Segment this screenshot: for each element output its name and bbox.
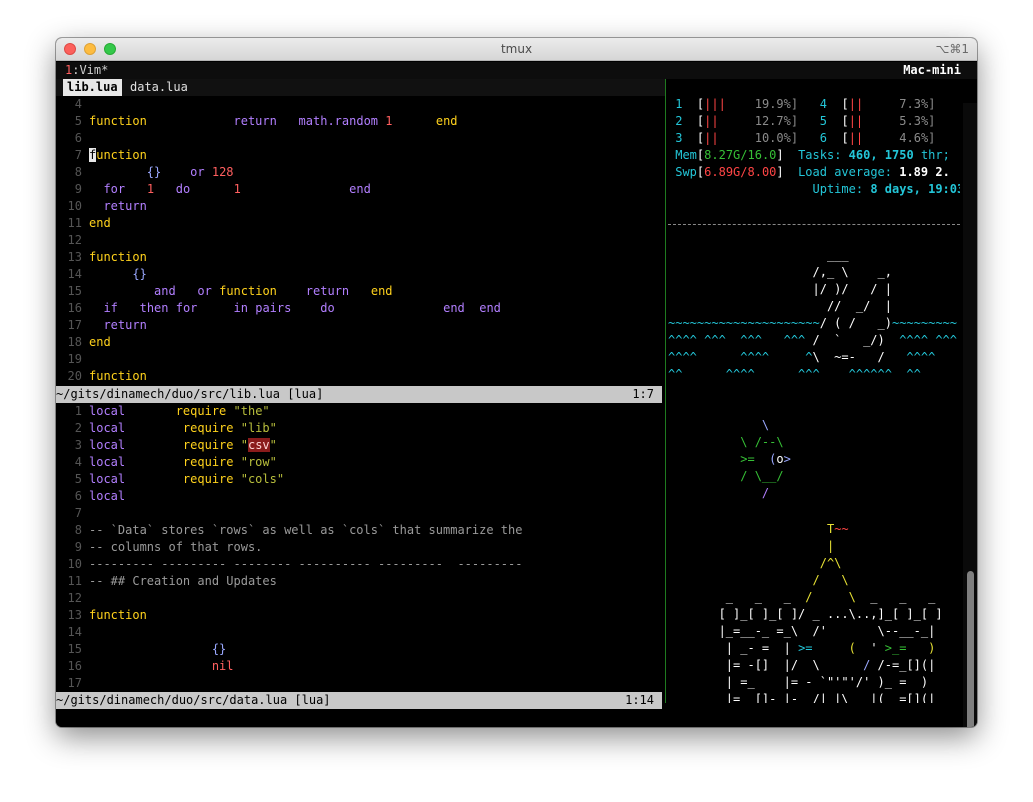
tab-data-lua[interactable]: data.lua [130, 79, 188, 96]
tmux-hostname: Mac-mini [903, 63, 961, 77]
cursor-position: 1:7 [632, 387, 654, 401]
status-path: ~/gits/dinamech/duo/src/data.lua [lua] [56, 693, 331, 707]
tmux-window-tab[interactable]: 1:Vim* [65, 62, 108, 79]
vim-status-top: ~/gits/dinamech/duo/src/lib.lua [lua] 1:7 [56, 386, 662, 403]
cpu-row: 2 [|| 12.7%] 5 [|| 5.3%] [675, 114, 936, 128]
tab-lib-lua[interactable]: lib.lua [63, 79, 122, 96]
window-title: tmux [500, 42, 533, 56]
cpu-row: 1 [||| 19.9%] 4 [|| 7.3%] [675, 97, 936, 111]
ascii-art-castle: T~~ | /^\ / \ _ _ _ / \ _ _ _ [ ]_[ ]_[ … [718, 522, 943, 703]
swp-row: Swp[6.89G/8.00] Load average: 1.89 2. [668, 165, 950, 179]
vim-pane-data[interactable]: 1 local the = require "the" 2 local lib = … [56, 403, 662, 692]
mem-row: Mem[8.27G/16.0] Tasks: 460, 1750 thr; [668, 148, 950, 162]
terminal-content[interactable]: 1:Vim* Mac-mini lib.lua data.lua 4 5 func… [56, 61, 977, 727]
separator [668, 224, 960, 226]
ascii-art-sailor: ___ /,_ \ _, |/ )/ / | // _/ | ~~~~~~~~~… [668, 248, 957, 381]
tmux-status-bar: 1:Vim* Mac-mini [56, 62, 977, 79]
window-shortcut: ⌥⌘1 [935, 42, 969, 56]
vim-pane-lib[interactable]: 4 5 function lib.any(l) return l[math.ran… [56, 96, 662, 385]
status-path: ~/gits/dinamech/duo/src/lib.lua [lua] [56, 387, 324, 401]
uptime-row: Uptime: 8 days, 19:03 [812, 182, 961, 196]
terminal-window: tmux ⌥⌘1 1:Vim* Mac-mini lib.lua data.lu… [56, 38, 977, 727]
vim-tabline: lib.lua data.lua [56, 79, 666, 96]
vim-status-bottom: ~/gits/dinamech/duo/src/data.lua [lua] 1:… [56, 692, 662, 709]
cpu-row: 3 [|| 10.0%] 6 [|| 4.6%] [675, 131, 936, 145]
scrollbar-thumb[interactable] [967, 571, 974, 727]
cursor-position: 1:14 [625, 693, 654, 707]
pane-divider[interactable] [665, 79, 666, 703]
title-bar: tmux ⌥⌘1 [56, 38, 977, 61]
htop-pane[interactable]: 1 [||| 19.9%] 4 [|| 7.3%] 2 [|| 12.7%] 5… [668, 79, 960, 703]
ascii-art-fish: \ \ /--\ >= (o> / \__/ / [740, 418, 791, 500]
